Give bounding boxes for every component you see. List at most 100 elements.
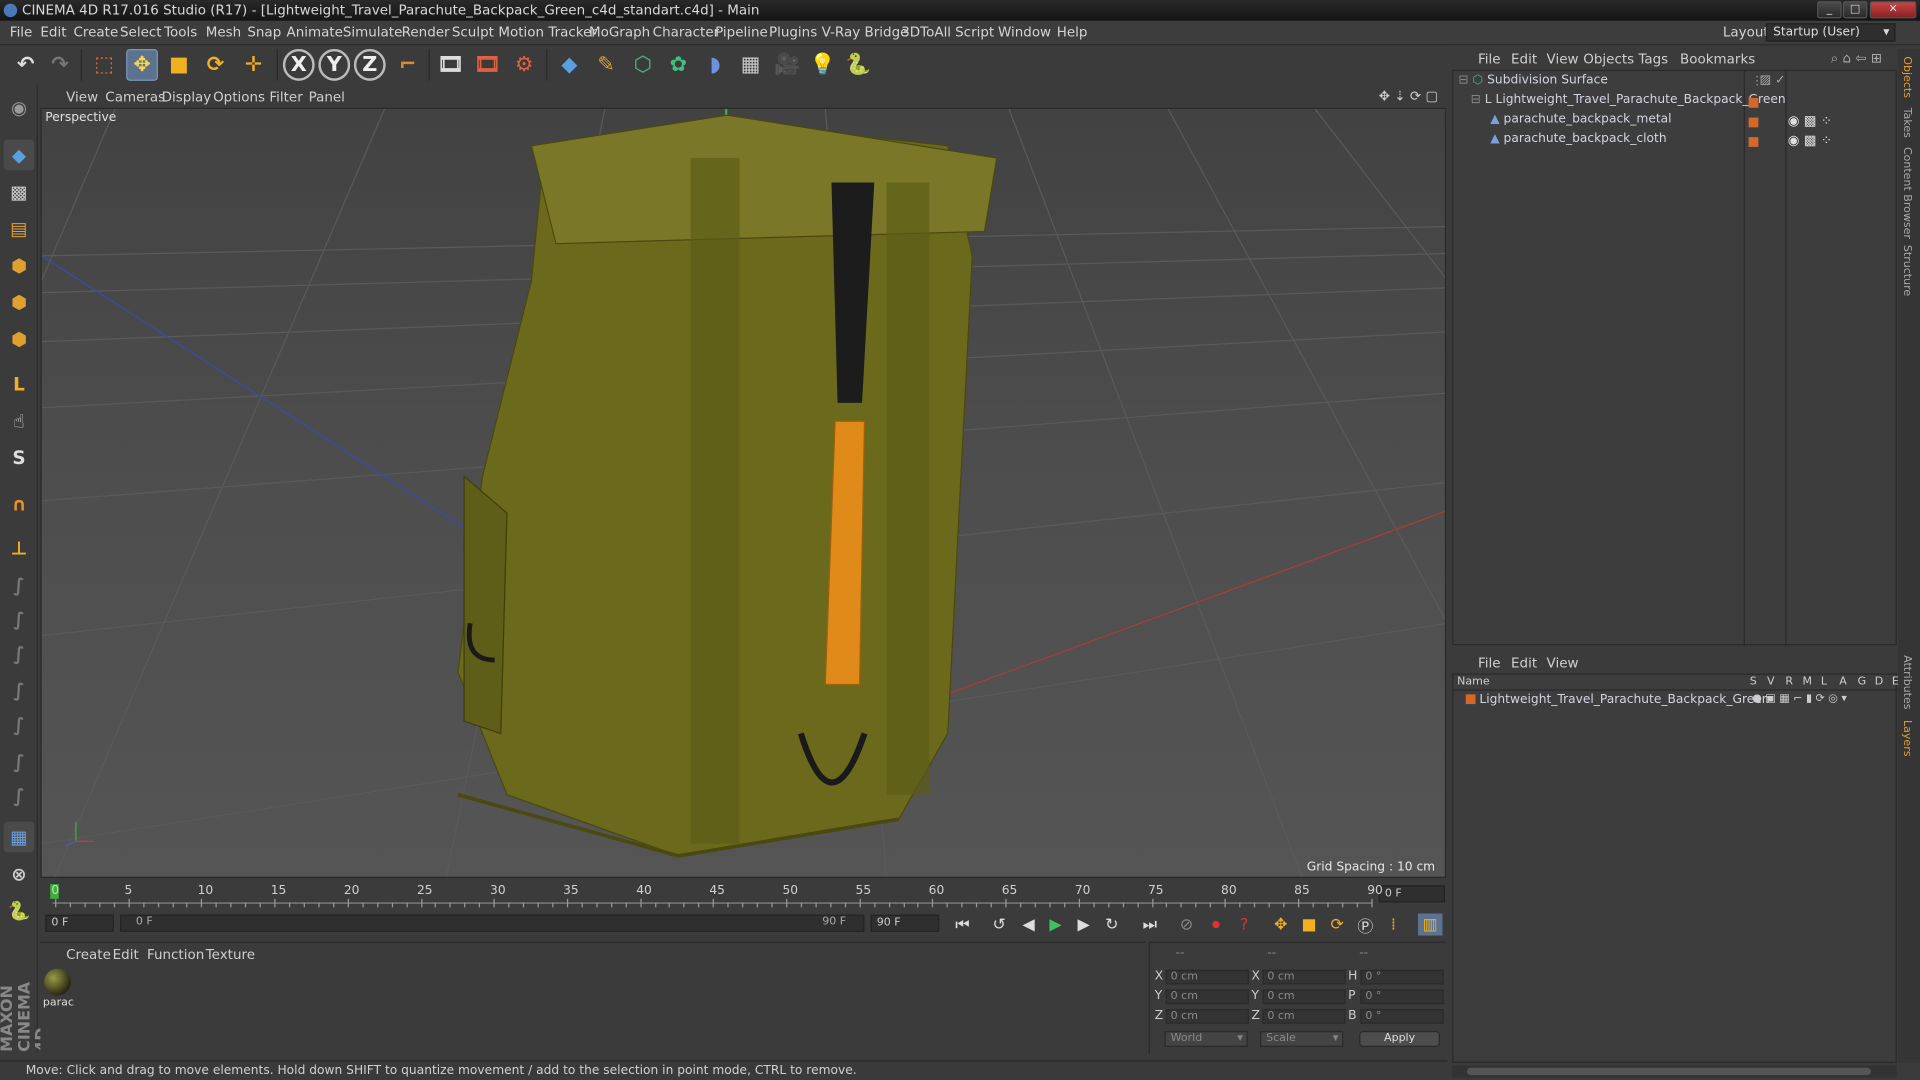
- menu-script[interactable]: Script: [955, 24, 994, 40]
- next-frame-icon[interactable]: ▶: [1071, 913, 1095, 935]
- next-key-icon[interactable]: ↻: [1100, 913, 1124, 935]
- key-parameter-icon[interactable]: Ⓟ: [1353, 913, 1377, 936]
- move-tool-icon[interactable]: ✥: [126, 48, 158, 81]
- coordinate-system-icon[interactable]: ⌐: [392, 49, 424, 81]
- menu-vray-bridge[interactable]: V-Ray Bridge: [822, 24, 909, 40]
- viewport-menu-filter[interactable]: Filter: [269, 89, 302, 105]
- layer-row[interactable]: Lightweight_Travel_Parachute_Backpack_Gr…: [1465, 693, 1770, 713]
- camera-icon[interactable]: 🎥: [771, 49, 803, 81]
- layers-menu-view[interactable]: View: [1547, 655, 1579, 671]
- tab-structure[interactable]: Structure: [1900, 245, 1912, 296]
- layers-menu-file[interactable]: File: [1478, 655, 1501, 671]
- menu-edit[interactable]: Edit: [40, 24, 66, 40]
- menu-pipeline[interactable]: Pipeline: [715, 24, 768, 40]
- position-x-field[interactable]: 0 cm: [1165, 969, 1249, 985]
- cloner-icon[interactable]: ✿: [662, 49, 694, 81]
- tab-objects[interactable]: Objects: [1900, 56, 1912, 98]
- objects-menu-objects[interactable]: Objects: [1583, 51, 1634, 67]
- end-frame-field[interactable]: 90 F: [870, 914, 940, 932]
- rotate-tool-icon[interactable]: ⟳: [200, 49, 232, 81]
- layer-color-swatch[interactable]: [1748, 137, 1759, 147]
- horizontal-scrollbar[interactable]: [1452, 1065, 1897, 1078]
- play-icon[interactable]: ▶: [1043, 913, 1067, 935]
- quantize-icon[interactable]: ⊥: [4, 533, 35, 564]
- position-z-field[interactable]: 0 cm: [1165, 1008, 1249, 1024]
- close-button[interactable]: ✕: [1869, 1, 1917, 19]
- magnet-icon[interactable]: ⊗: [4, 858, 35, 889]
- objects-menu-edit[interactable]: Edit: [1511, 51, 1537, 67]
- menu-tools[interactable]: Tools: [164, 24, 197, 40]
- object-row-backpack[interactable]: ⊟ L Lightweight_Travel_Parachute_Backpac…: [1471, 93, 1786, 113]
- scale-tool-icon[interactable]: ■: [163, 49, 195, 81]
- layer-color-swatch[interactable]: [1465, 694, 1476, 705]
- size-y-field[interactable]: 0 cm: [1262, 989, 1346, 1005]
- material-menu-function[interactable]: Function: [147, 947, 204, 963]
- menu-simulate[interactable]: Simulate: [343, 24, 403, 40]
- menu-animate[interactable]: Animate: [287, 24, 343, 40]
- y-axis-lock-icon[interactable]: Y: [318, 48, 351, 81]
- objects-menu-view[interactable]: View: [1547, 51, 1579, 67]
- tab-content-browser[interactable]: Content Browser: [1900, 147, 1912, 239]
- auto-keying-icon[interactable]: ⏺: [1204, 913, 1228, 935]
- layers-menu-edit[interactable]: Edit: [1511, 655, 1537, 671]
- objects-menu-tags[interactable]: Tags: [1638, 51, 1668, 67]
- object-row-cloth[interactable]: ▲ parachute_backpack_cloth: [1490, 132, 1666, 152]
- tab-takes[interactable]: Takes: [1900, 108, 1912, 138]
- render-settings-icon[interactable]: ⚙: [508, 49, 540, 81]
- material-menu-edit[interactable]: Edit: [113, 947, 139, 963]
- texture-mode-icon[interactable]: ▩: [4, 176, 35, 207]
- minimize-button[interactable]: _: [1817, 1, 1842, 19]
- object-name[interactable]: parachute_backpack_cloth: [1504, 132, 1667, 145]
- material-thumbnail[interactable]: [44, 968, 72, 996]
- spline-pen-icon[interactable]: ✎: [590, 49, 622, 81]
- tab-layers[interactable]: Layers: [1900, 720, 1912, 756]
- viewport-menu-display[interactable]: Display: [162, 89, 212, 105]
- x-axis-lock-icon[interactable]: X: [282, 48, 315, 81]
- layer-flag-icons[interactable]: ● ▣ ▦ ⌐ ▮ ⟳ ◎ ▾: [1752, 693, 1847, 705]
- undo-icon[interactable]: ↶: [10, 49, 42, 81]
- polygons-mode-icon[interactable]: ⬢: [4, 323, 35, 354]
- object-name[interactable]: Lightweight_Travel_Parachute_Backpack_Gr…: [1496, 93, 1786, 106]
- render-to-picture-viewer-icon[interactable]: 🎞: [471, 49, 503, 81]
- points-mode-icon[interactable]: ⬢: [4, 250, 35, 281]
- objects-menu-bookmarks[interactable]: Bookmarks: [1680, 51, 1755, 67]
- coordinate-system-dropdown[interactable]: World ▾: [1164, 1031, 1248, 1047]
- menu-file[interactable]: File: [10, 24, 33, 40]
- layer-color-swatch[interactable]: [1748, 117, 1759, 128]
- previous-key-icon[interactable]: ↺: [987, 913, 1011, 935]
- lock-grid-icon[interactable]: ▦: [3, 821, 35, 853]
- solo-mode-icon[interactable]: S: [4, 442, 35, 473]
- key-position-icon[interactable]: ✥: [1269, 913, 1293, 935]
- layout-dropdown[interactable]: Startup (User) ▾: [1765, 23, 1896, 42]
- subdivision-surface-icon[interactable]: ⬡: [627, 49, 659, 81]
- model-mode-icon[interactable]: ◆: [3, 139, 35, 171]
- menu-select[interactable]: Select: [120, 24, 162, 40]
- record-keyframe-icon[interactable]: ⊘: [1174, 913, 1198, 935]
- menu-window[interactable]: Window: [998, 24, 1051, 40]
- key-rotation-icon[interactable]: ⟳: [1325, 913, 1349, 935]
- size-x-field[interactable]: 0 cm: [1262, 969, 1346, 985]
- sculpt-tool-7-icon[interactable]: ∫: [4, 780, 35, 811]
- tweak-mode-icon[interactable]: ☝: [4, 405, 35, 436]
- menu-sculpt[interactable]: Sculpt: [452, 24, 494, 40]
- sculpt-tool-3-icon[interactable]: ∫: [4, 638, 35, 669]
- deformer-icon[interactable]: ◗: [699, 49, 731, 81]
- menu-motion-tracker[interactable]: Motion Tracker: [498, 24, 597, 40]
- light-icon[interactable]: 💡: [807, 49, 839, 81]
- key-pla-icon[interactable]: ⁞: [1381, 913, 1405, 935]
- object-name[interactable]: parachute_backpack_metal: [1504, 113, 1672, 126]
- sculpt-tool-6-icon[interactable]: ∫: [4, 746, 35, 777]
- frame-range-slider[interactable]: 0 F 90 F: [120, 914, 865, 932]
- material-tags[interactable]: ◉ ▩ ⁘: [1788, 132, 1832, 148]
- current-frame-field[interactable]: 0 F: [1378, 885, 1445, 903]
- make-editable-icon[interactable]: ◉: [4, 92, 35, 123]
- size-mode-dropdown[interactable]: Scale ▾: [1260, 1031, 1344, 1047]
- go-to-start-icon[interactable]: ⏮: [950, 913, 974, 935]
- 3d-viewport[interactable]: Perspective Grid Spacing : 10 cm: [40, 107, 1447, 878]
- workplane-icon[interactable]: ▤: [4, 213, 35, 244]
- menu-snap[interactable]: Snap: [247, 24, 281, 40]
- layer-color-swatch[interactable]: [1748, 97, 1759, 108]
- menu-mesh[interactable]: Mesh: [206, 24, 241, 40]
- timeline-layout-icon[interactable]: ▥: [1417, 913, 1443, 936]
- menu-render[interactable]: Render: [402, 24, 450, 40]
